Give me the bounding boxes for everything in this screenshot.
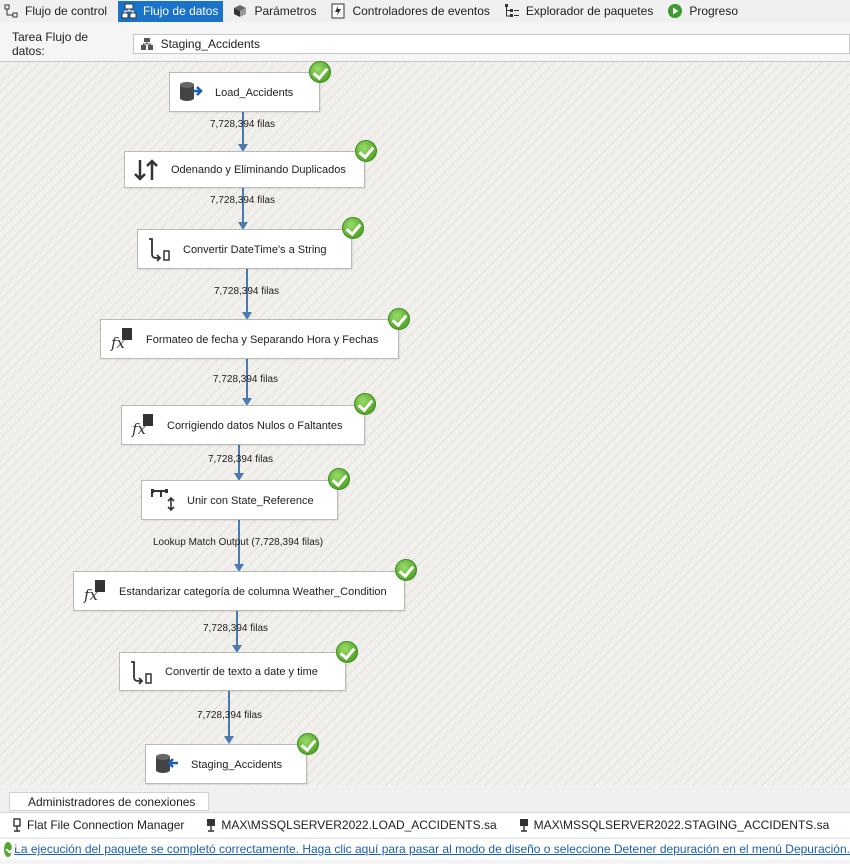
tab-label: Flujo de control	[25, 4, 108, 18]
flat-file-connection-icon	[12, 818, 22, 832]
task-selector: Tarea Flujo de datos: Staging_Accidents	[0, 30, 850, 58]
tab-label: Parámetros	[254, 4, 317, 18]
progress-icon	[667, 3, 683, 19]
tab-data-flow[interactable]: Flujo de datos	[118, 0, 224, 22]
execution-status-link[interactable]: La ejecución del paquete se completó cor…	[14, 842, 850, 856]
data-flow-design-surface[interactable]: 7,728,394 filas 7,728,394 filas 7,728,39…	[0, 61, 850, 786]
connection-item[interactable]: Flat File Connection Manager	[12, 818, 184, 832]
connection-label: Flat File Connection Manager	[27, 818, 185, 832]
svg-text:fx: fx	[110, 334, 126, 352]
component-staging-accidents[interactable]: Staging_Accidents	[145, 744, 307, 784]
ole-db-connection-icon	[206, 818, 216, 832]
component-label: Unir con State_Reference	[187, 495, 314, 507]
connection-label: MAX\MSSQLSERVER2022.LOAD_ACCIDENTS.sa	[221, 818, 497, 832]
path-row-count: 7,728,394 filas	[208, 454, 274, 465]
connection-label: MAX\MSSQLSERVER2022.STAGING_ACCIDENTS.sa	[533, 818, 830, 832]
success-check-icon	[336, 641, 358, 663]
path-row-count: Lookup Match Output (7,728,394 filas)	[153, 537, 324, 548]
designer-tab-bar: Flujo de control Flujo de datos Parámetr…	[0, 0, 850, 22]
derived-column-icon: fx	[109, 326, 135, 352]
component-label: Convertir de texto a date y time	[165, 666, 318, 678]
success-check-icon	[388, 308, 410, 330]
control-flow-icon	[3, 3, 19, 19]
component-label: Estandarizar categoría de columna Weathe…	[119, 586, 387, 598]
data-conversion-icon	[146, 236, 172, 262]
path-row-count: 7,728,394 filas	[214, 286, 280, 297]
derived-column-icon: fx	[130, 412, 156, 438]
event-handlers-icon	[330, 3, 346, 19]
success-check-icon	[342, 217, 364, 239]
path-arrow-icon	[224, 736, 234, 744]
component-label: Convertir DateTime's a String	[183, 244, 327, 256]
tab-control-flow[interactable]: Flujo de control	[0, 1, 112, 22]
execution-status-bar: La ejecución del paquete se completó cor…	[0, 838, 850, 859]
ole-db-connection-icon	[519, 818, 529, 832]
component-weather-condition[interactable]: fx Estandarizar categoría de columna Wea…	[73, 571, 405, 611]
component-convert-date-time[interactable]: Convertir de texto a date y time	[119, 652, 346, 691]
destination-icon	[154, 751, 180, 777]
sort-icon	[133, 157, 159, 183]
tab-label: Flujo de datos	[143, 4, 219, 18]
component-sort[interactable]: Odenando y Eliminando Duplicados	[124, 151, 365, 188]
component-lookup-state[interactable]: Unir con State_Reference	[141, 480, 338, 520]
connection-managers-header: Administradores de conexiones	[0, 787, 850, 813]
success-check-icon	[354, 393, 376, 415]
component-label: Staging_Accidents	[191, 759, 283, 771]
tab-parameters[interactable]: Parámetros	[229, 1, 321, 22]
component-label: Formateo de fecha y Separando Hora y Fec…	[146, 334, 379, 346]
lookup-icon	[150, 487, 176, 513]
data-conversion-icon	[128, 659, 154, 685]
component-label: Corrigiendo datos Nulos o Faltantes	[167, 420, 343, 432]
success-check-icon	[395, 559, 417, 581]
path-row-count: 7,728,394 filas	[203, 623, 269, 634]
component-convert-datetime[interactable]: Convertir DateTime's a String	[137, 229, 352, 269]
success-check-icon	[297, 733, 319, 755]
tab-label: Progreso	[689, 4, 739, 18]
component-label: Load_Accidents	[215, 87, 294, 99]
component-load-accidents[interactable]: Load_Accidents	[169, 72, 320, 112]
component-format-date[interactable]: fx Formateo de fecha y Separando Hora y …	[100, 319, 399, 359]
tab-connection-managers[interactable]: Administradores de conexiones	[9, 792, 209, 811]
package-explorer-icon	[504, 3, 520, 19]
task-dropdown[interactable]: Staging_Accidents	[132, 34, 850, 54]
success-check-icon	[328, 468, 350, 490]
tab-label: Explorador de paquetes	[525, 4, 654, 18]
success-check-icon	[309, 61, 331, 83]
component-fix-nulls[interactable]: fx Corrigiendo datos Nulos o Faltantes	[121, 405, 365, 445]
data-flow-task-icon	[140, 37, 154, 51]
path-row-count: 7,728,394 filas	[210, 195, 276, 206]
source-icon	[178, 79, 204, 105]
tab-package-explorer[interactable]: Explorador de paquetes	[501, 1, 658, 22]
path-row-count: 7,728,394 filas	[197, 710, 263, 721]
connection-item[interactable]: MAX\MSSQLSERVER2022.STAGING_ACCIDENTS.sa	[519, 818, 830, 832]
task-selector-label: Tarea Flujo de datos:	[12, 30, 89, 58]
success-icon	[4, 841, 13, 857]
parameters-icon	[232, 3, 248, 19]
path-row-count: 7,728,394 filas	[213, 374, 279, 385]
connection-managers-list: Flat File Connection Manager MAX\MSSQLSE…	[0, 813, 850, 837]
svg-text:fx: fx	[83, 586, 99, 604]
connection-item[interactable]: MAX\MSSQLSERVER2022.LOAD_ACCIDENTS.sa	[206, 818, 497, 832]
tab-event-handlers[interactable]: Controladores de eventos	[327, 1, 494, 22]
tab-label: Controladores de eventos	[352, 4, 490, 18]
data-path[interactable]	[242, 188, 244, 224]
task-dropdown-value: Staging_Accidents	[160, 37, 260, 51]
success-check-icon	[355, 140, 377, 162]
tab-progress[interactable]: Progreso	[664, 1, 743, 22]
path-row-count: 7,728,394 filas	[210, 119, 276, 130]
data-flow-icon	[121, 3, 137, 19]
svg-text:fx: fx	[131, 420, 147, 438]
derived-column-icon: fx	[82, 578, 108, 604]
component-label: Odenando y Eliminando Duplicados	[171, 164, 346, 176]
